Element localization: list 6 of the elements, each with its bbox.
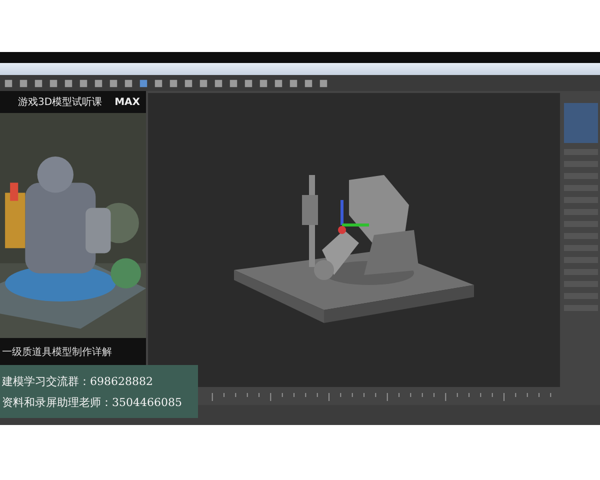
software-label: MAX: [114, 96, 140, 108]
contact-line: 建模学习交流群：698628882: [2, 374, 154, 388]
contact-line: 资料和录屏助理老师：3504466085: [2, 394, 183, 410]
object-list: [564, 103, 598, 143]
course-title: 游戏3D模型试听课: [18, 96, 102, 109]
video-caption: 一级质道具模型制作详解: [2, 347, 112, 358]
